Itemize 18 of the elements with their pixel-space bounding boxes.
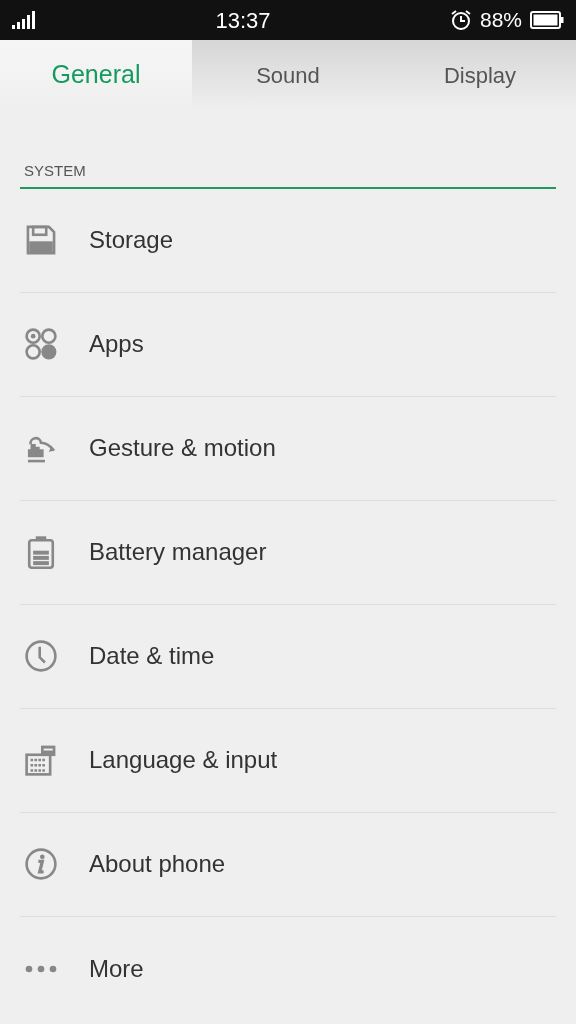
more-icon [24,964,58,973]
menu-item[interactable]: Date & time [89,638,215,674]
menu-item[interactable]: Language & input [89,742,278,778]
battery-percent: 88% [479,7,522,34]
menu-item[interactable]: Battery manager [89,534,267,570]
info-icon [24,847,58,881]
menu-item[interactable]: Apps [89,326,144,362]
clock-icon [24,639,58,673]
section-header: SYSTEM [20,160,556,189]
signal-icon [12,11,36,29]
battery-icon [530,11,564,29]
menu-item[interactable]: More [89,950,144,987]
clock-time: 13:37 [215,6,271,35]
menu-item[interactable]: Storage [89,222,174,258]
menu-item[interactable]: About phone [89,846,226,882]
circles-icon [24,327,58,361]
keyboard-icon [24,743,58,777]
menu-item[interactable]: Gesture & motion [89,430,276,466]
